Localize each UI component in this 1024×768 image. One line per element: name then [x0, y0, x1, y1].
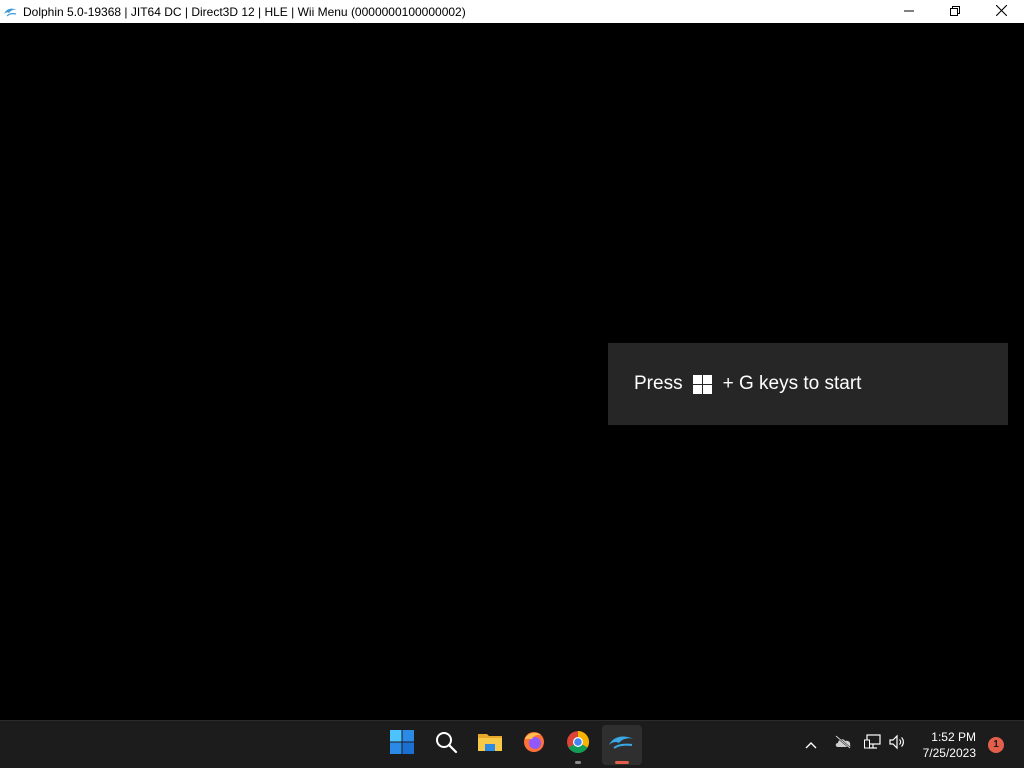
notification-badge[interactable]: 1 [988, 736, 1004, 753]
minimize-icon [904, 3, 914, 21]
search-icon [434, 730, 458, 759]
windows-logo-icon [692, 374, 712, 394]
taskbar-apps [380, 721, 644, 768]
show-hidden-icons-button[interactable] [799, 733, 823, 757]
clock-time: 1:52 PM [931, 729, 976, 744]
toast-suffix-text: + G keys to start [722, 373, 862, 394]
volume-button[interactable] [885, 733, 909, 757]
windows-start-icon [390, 730, 414, 759]
network-icon [863, 734, 882, 755]
network-button[interactable] [861, 733, 885, 757]
restore-icon [950, 3, 960, 21]
window-title: Dolphin 5.0-19368 | JIT64 DC | Direct3D … [23, 4, 466, 19]
folder-icon [477, 731, 503, 758]
close-icon [995, 3, 1007, 21]
file-explorer-button[interactable] [470, 725, 510, 765]
toast-prefix-text: Press [634, 373, 683, 394]
game-bar-notification[interactable]: Press + G keys to start [608, 343, 1008, 425]
volume-icon [888, 734, 906, 755]
onedrive-button[interactable] [831, 733, 855, 757]
firefox-button[interactable] [514, 725, 554, 765]
window-controls [886, 0, 1024, 23]
dolphin-taskbar-button[interactable] [602, 724, 642, 765]
dolphin-icon [3, 4, 19, 20]
window-titlebar[interactable]: Dolphin 5.0-19368 | JIT64 DC | Direct3D … [0, 0, 1024, 23]
clock-date: 7/25/2023 [922, 745, 976, 760]
start-button[interactable] [382, 725, 422, 765]
search-button[interactable] [426, 725, 466, 765]
chrome-icon [566, 730, 590, 759]
close-button[interactable] [978, 0, 1024, 23]
minimize-button[interactable] [886, 0, 932, 23]
active-indicator [615, 760, 629, 764]
clock-button[interactable]: 1:52 PM 7/25/2023 [923, 729, 976, 761]
dolphin-icon [608, 732, 636, 757]
firefox-icon [522, 730, 546, 759]
restore-button[interactable] [932, 0, 978, 23]
chrome-button[interactable] [558, 725, 598, 765]
taskbar: 1:52 PM 7/25/2023 1 [0, 720, 1024, 768]
chevron-up-icon [805, 736, 817, 754]
running-indicator [575, 760, 581, 764]
onedrive-offline-icon [834, 735, 852, 754]
system-tray: 1:52 PM 7/25/2023 1 [799, 721, 1024, 768]
